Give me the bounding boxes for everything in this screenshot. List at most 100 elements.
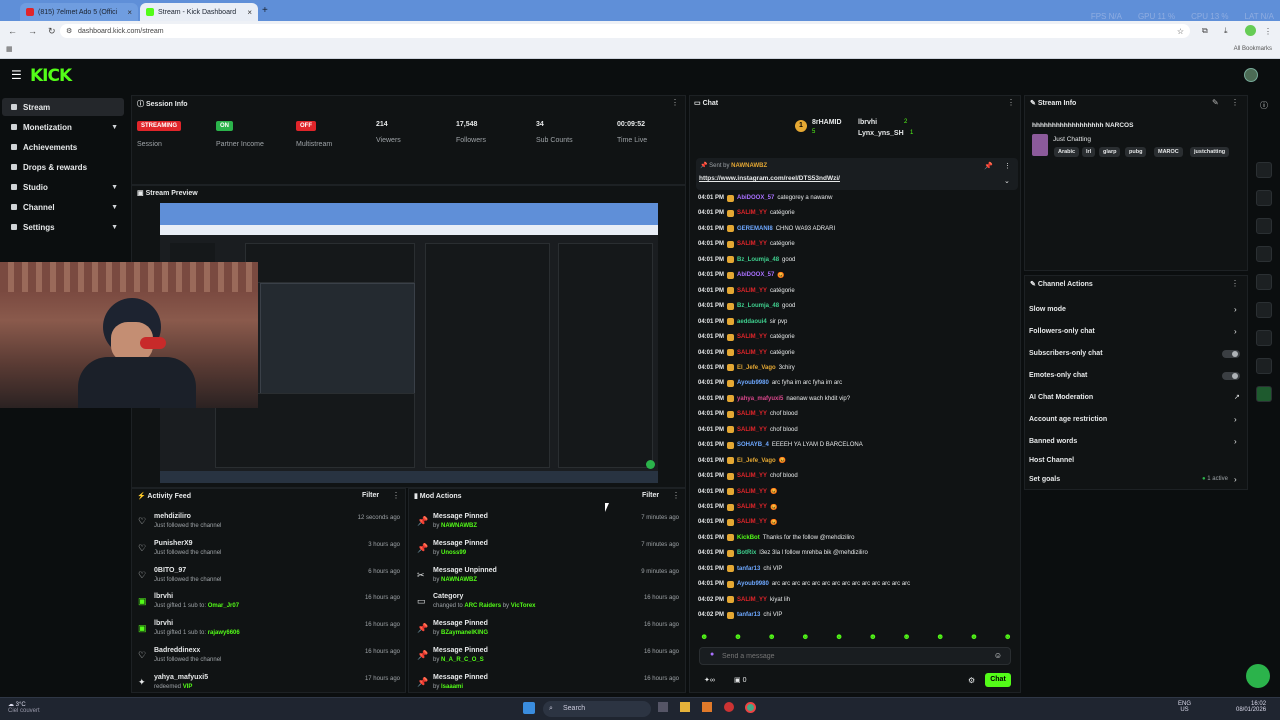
emote-icon[interactable]: ☻ bbox=[700, 632, 708, 642]
sidebar-item-monetization[interactable]: Monetization ▼ bbox=[2, 118, 124, 136]
emote-icon[interactable]: ☻ bbox=[801, 632, 809, 642]
infinity-icon[interactable]: ✦∞ bbox=[704, 676, 715, 684]
language-indicator[interactable]: ENG US bbox=[1178, 701, 1191, 713]
file-explorer-icon[interactable] bbox=[680, 702, 690, 712]
chat-username[interactable]: Ayoub9980 bbox=[737, 581, 769, 587]
chat-username[interactable]: SALIM_YY bbox=[737, 350, 767, 356]
pinned-link[interactable]: https://www.instagram.com/reel/DTS53ndWz… bbox=[699, 175, 840, 182]
back-icon[interactable]: ← bbox=[8, 26, 20, 36]
site-info-icon[interactable]: ⚙ bbox=[66, 27, 72, 35]
chat-username[interactable]: SALIM_YY bbox=[737, 504, 767, 510]
start-icon[interactable] bbox=[523, 702, 535, 714]
sidebar-item-studio[interactable]: Studio ▼ bbox=[2, 178, 124, 196]
reload-icon[interactable]: ↻ bbox=[48, 26, 60, 37]
rail-tool-icon[interactable] bbox=[1256, 246, 1272, 262]
info-icon[interactable]: ⓘ bbox=[1260, 100, 1268, 111]
chevron-right-icon[interactable]: › bbox=[1234, 327, 1237, 336]
chat-username[interactable]: SALIM_YY bbox=[737, 334, 767, 340]
chat-username[interactable]: SOHAYB_4 bbox=[737, 442, 769, 448]
emoji-icon[interactable]: ☺ bbox=[994, 651, 1002, 660]
emote-icon[interactable]: ☻ bbox=[734, 632, 742, 642]
chevron-right-icon[interactable]: › bbox=[1234, 305, 1237, 314]
rail-tool-icon[interactable] bbox=[1256, 190, 1272, 206]
emote-icon[interactable]: ☻ bbox=[902, 632, 910, 642]
set-goals-item[interactable]: Set goals bbox=[1029, 476, 1060, 483]
chat-username[interactable]: tanfar13 bbox=[737, 566, 760, 572]
chat-username[interactable]: El_Jefe_Vago bbox=[737, 365, 776, 371]
forward-icon[interactable]: → bbox=[28, 26, 40, 36]
apps-icon[interactable]: ▦ bbox=[6, 45, 13, 53]
edit-icon[interactable]: ✎ bbox=[1212, 98, 1219, 107]
menu-icon[interactable]: ⋮ bbox=[1264, 27, 1272, 36]
sidebar-item-settings[interactable]: Settings ▼ bbox=[2, 218, 124, 236]
account-age-item[interactable]: Account age restriction bbox=[1029, 416, 1107, 423]
emotes-only-toggle[interactable] bbox=[1222, 372, 1240, 380]
chevron-down-icon[interactable]: ⌄ bbox=[1004, 177, 1010, 185]
slow-mode-item[interactable]: Slow mode bbox=[1029, 306, 1066, 313]
rail-tool-icon[interactable] bbox=[1256, 358, 1272, 374]
sidebar-item-drops[interactable]: Drops & rewards bbox=[2, 158, 124, 176]
chat-username[interactable]: SALIM_YY bbox=[737, 519, 767, 525]
unpin-icon[interactable]: 📌 bbox=[984, 162, 993, 170]
top-gifter-name[interactable]: 8rHAMID bbox=[812, 119, 842, 126]
chat-username[interactable]: Bz_Loumja_48 bbox=[737, 303, 779, 309]
external-link-icon[interactable]: ↗ bbox=[1234, 393, 1240, 401]
chat-more-icon[interactable]: ⋮ bbox=[1007, 98, 1015, 107]
chevron-right-icon[interactable]: › bbox=[1234, 415, 1237, 424]
ai-moderation-item[interactable]: AI Chat Moderation bbox=[1029, 394, 1093, 401]
chat-input[interactable] bbox=[722, 650, 982, 662]
stream-info-more-icon[interactable]: ⋮ bbox=[1231, 98, 1239, 107]
sidebar-item-stream[interactable]: Stream bbox=[2, 98, 124, 116]
emote-icon[interactable]: ☻ bbox=[1003, 632, 1011, 642]
session-more-icon[interactable]: ⋮ bbox=[671, 98, 679, 107]
url-bar[interactable]: ⚙ dashboard.kick.com/stream ☆ bbox=[60, 24, 1190, 38]
app-icon[interactable] bbox=[724, 702, 734, 712]
activity-more-icon[interactable]: ⋮ bbox=[392, 491, 400, 500]
rail-tool-icon[interactable] bbox=[1256, 218, 1272, 234]
user-avatar[interactable] bbox=[1244, 68, 1258, 82]
rail-tool-icon[interactable] bbox=[1256, 330, 1272, 346]
clock[interactable]: 16:02 08/01/2026 bbox=[1236, 701, 1266, 713]
close-icon[interactable]: × bbox=[127, 8, 132, 17]
floating-chat-button[interactable] bbox=[1246, 664, 1270, 688]
chat-username[interactable]: AbiDOOX_57 bbox=[737, 272, 774, 278]
download-icon[interactable]: ⤓ bbox=[1224, 26, 1228, 36]
all-bookmarks-link[interactable]: All Bookmarks bbox=[1234, 46, 1272, 52]
chat-username[interactable]: SALIM_YY bbox=[737, 597, 767, 603]
emote-icon[interactable]: ☻ bbox=[869, 632, 877, 642]
tab-youtube[interactable]: (815) 7elmet Ado 5 (Offici × bbox=[20, 3, 138, 21]
pinned-more-icon[interactable]: ⋮ bbox=[1004, 162, 1011, 170]
chat-username[interactable]: El_Jefe_Vago bbox=[737, 458, 776, 464]
banned-words-item[interactable]: Banned words bbox=[1029, 438, 1077, 445]
chat-username[interactable]: SALIM_YY bbox=[737, 210, 767, 216]
followers-only-item[interactable]: Followers-only chat bbox=[1029, 328, 1095, 335]
task-view-icon[interactable] bbox=[658, 702, 668, 712]
chat-username[interactable]: SALIM_YY bbox=[737, 288, 767, 294]
sidebar-item-channel[interactable]: Channel ▼ bbox=[2, 198, 124, 216]
app-icon[interactable] bbox=[702, 702, 712, 712]
emote-icon[interactable]: ☻ bbox=[835, 632, 843, 642]
chat-username[interactable]: SALIM_YY bbox=[737, 473, 767, 479]
rail-tool-icon[interactable] bbox=[1256, 302, 1272, 318]
bookmark-star-icon[interactable]: ☆ bbox=[1177, 27, 1184, 36]
channel-actions-more-icon[interactable]: ⋮ bbox=[1231, 279, 1239, 288]
subscribers-only-toggle[interactable] bbox=[1222, 350, 1240, 358]
chrome-icon[interactable] bbox=[745, 702, 756, 713]
rail-tool-icon[interactable] bbox=[1256, 274, 1272, 290]
kick-logo[interactable]: KICK bbox=[30, 66, 72, 86]
chat-username[interactable]: AbiDOOX_57 bbox=[737, 195, 774, 201]
chat-username[interactable]: tanfar13 bbox=[737, 612, 760, 618]
chat-username[interactable]: yahya_mafyuxi5 bbox=[737, 396, 783, 402]
chat-username[interactable]: KickBot bbox=[737, 535, 760, 541]
leader-3-name[interactable]: Lynx_yns_SH bbox=[858, 130, 904, 137]
menu-hamburger-icon[interactable]: ☰ bbox=[11, 68, 22, 82]
chevron-right-icon[interactable]: › bbox=[1234, 475, 1237, 484]
chat-username[interactable]: SALIM_YY bbox=[737, 427, 767, 433]
weather-widget[interactable]: ☁ 3°C Ciel couvert bbox=[8, 701, 40, 714]
extensions-icon[interactable]: ⧉ bbox=[1202, 26, 1208, 36]
stream-category[interactable]: Just Chatting bbox=[1053, 136, 1091, 143]
leader-2-name[interactable]: lbrvhi bbox=[858, 119, 877, 126]
chat-settings-icon[interactable]: ⚙ bbox=[968, 676, 975, 685]
close-icon[interactable]: × bbox=[247, 8, 252, 17]
mod-more-icon[interactable]: ⋮ bbox=[672, 491, 680, 500]
